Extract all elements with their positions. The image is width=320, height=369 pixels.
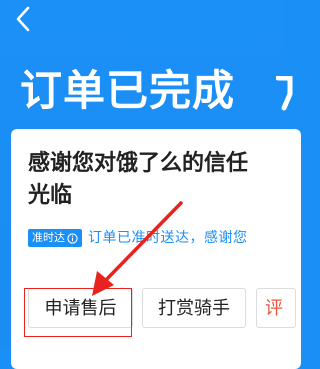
thank-you-line-1: 感谢您对饿了么的信任 xyxy=(28,151,249,176)
thank-you-line-2: 光临 xyxy=(28,183,73,208)
ontime-badge-label: 准时达 xyxy=(32,231,65,244)
review-button[interactable]: 评 xyxy=(256,288,296,328)
thank-you-message: 感谢您对饿了么的信任 光临 xyxy=(28,148,288,212)
page-title: 订单已完成 xyxy=(20,66,236,115)
apply-after-sale-button[interactable]: 申请售后 xyxy=(28,288,133,328)
tip-rider-button[interactable]: 打赏骑手 xyxy=(142,288,246,328)
title-overflow-glyph xyxy=(276,76,293,111)
info-icon xyxy=(67,232,78,244)
ontime-badge[interactable]: 准时达 xyxy=(28,229,82,247)
ontime-delivery-text: 订单已准时送达，感谢您 xyxy=(88,230,248,246)
chevron-left-icon[interactable] xyxy=(12,4,34,34)
